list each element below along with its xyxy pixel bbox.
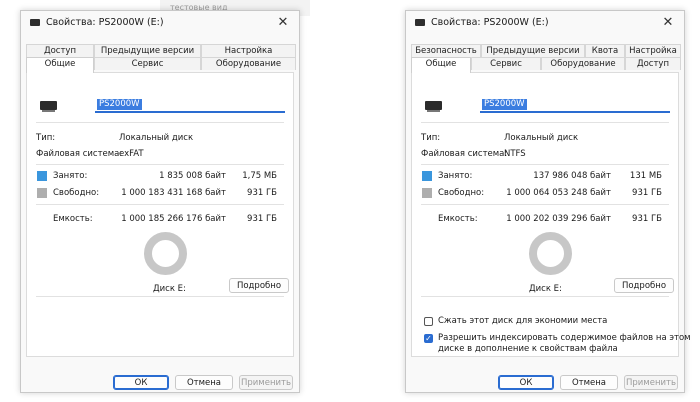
drive-icon bbox=[30, 19, 40, 26]
tab-customize[interactable]: Настройка bbox=[625, 44, 681, 57]
used-color-swatch bbox=[422, 171, 432, 181]
filesystem-value: NTFS bbox=[504, 149, 526, 159]
index-label-line-1: Разрешить индексировать содержимое файло… bbox=[438, 333, 691, 343]
title-bar: Свойства: PS2000W (E:) ✕ bbox=[406, 11, 684, 37]
divider bbox=[421, 164, 669, 165]
capacity-bytes: 1 000 202 039 296 байт bbox=[506, 214, 611, 224]
capacity-size: 931 ГБ bbox=[247, 214, 277, 224]
tab-strip: Безопасность Предыдущие версии Квота Нас… bbox=[411, 44, 681, 73]
compress-checkbox[interactable] bbox=[424, 317, 433, 326]
capacity-label: Емкость: bbox=[53, 214, 93, 224]
ok-button[interactable]: ОК bbox=[498, 375, 554, 390]
tab-tools[interactable]: Сервис bbox=[471, 57, 541, 70]
drive-name-value: PS2000W bbox=[482, 99, 527, 110]
close-icon[interactable]: ✕ bbox=[273, 13, 293, 33]
used-label: Занято: bbox=[438, 171, 473, 181]
type-label: Тип: bbox=[36, 133, 56, 143]
tab-access[interactable]: Доступ bbox=[26, 44, 94, 57]
drive-icon bbox=[425, 101, 442, 112]
properties-dialog-ntfs: Свойства: PS2000W (E:) ✕ Безопасность Пр… bbox=[405, 10, 691, 393]
tab-general[interactable]: Общие bbox=[411, 57, 471, 73]
tab-hardware[interactable]: Оборудование bbox=[541, 57, 625, 70]
filesystem-label: Файловая система: bbox=[36, 149, 123, 159]
filesystem-label: Файловая система: bbox=[421, 149, 508, 159]
properties-dialog-exfat: Свойства: PS2000W (E:) ✕ Доступ Предыдущ… bbox=[20, 10, 300, 393]
divider bbox=[36, 296, 284, 297]
free-color-swatch bbox=[422, 188, 432, 198]
details-button[interactable]: Подробно bbox=[229, 278, 289, 293]
drive-icon bbox=[415, 19, 425, 26]
divider bbox=[421, 296, 669, 297]
tab-strip: Доступ Предыдущие версии Настройка Общие… bbox=[26, 44, 296, 73]
disk-label: Диск E: bbox=[153, 284, 186, 294]
used-label: Занято: bbox=[53, 171, 88, 181]
tab-previous-versions[interactable]: Предыдущие версии bbox=[94, 44, 201, 57]
type-value: Локальный диск bbox=[119, 133, 194, 143]
divider bbox=[36, 204, 284, 205]
drive-name-input[interactable]: PS2000W bbox=[480, 97, 670, 113]
tab-hardware[interactable]: Оборудование bbox=[201, 57, 296, 70]
divider bbox=[36, 122, 284, 123]
drive-icon bbox=[40, 101, 57, 112]
used-bytes: 1 835 008 байт bbox=[159, 171, 226, 181]
apply-button[interactable]: Применить bbox=[239, 375, 293, 390]
cancel-button[interactable]: Отмена bbox=[175, 375, 233, 390]
apply-button[interactable]: Применить bbox=[624, 375, 678, 390]
compress-label: Сжать этот диск для экономии места bbox=[438, 316, 608, 326]
disk-label: Диск E: bbox=[529, 284, 562, 294]
disk-usage-donut bbox=[144, 232, 187, 275]
tab-security[interactable]: Безопасность bbox=[411, 44, 481, 57]
divider bbox=[421, 122, 669, 123]
cancel-button[interactable]: Отмена bbox=[560, 375, 618, 390]
index-checkbox[interactable]: ✓ bbox=[424, 334, 433, 343]
free-bytes: 1 000 064 053 248 байт bbox=[506, 188, 611, 198]
capacity-label: Емкость: bbox=[438, 214, 478, 224]
title-bar: Свойства: PS2000W (E:) ✕ bbox=[21, 11, 299, 37]
used-color-swatch bbox=[37, 171, 47, 181]
type-label: Тип: bbox=[421, 133, 441, 143]
type-value: Локальный диск bbox=[504, 133, 579, 143]
capacity-size: 931 ГБ bbox=[632, 214, 662, 224]
ok-button[interactable]: ОК bbox=[113, 375, 169, 390]
disk-usage-donut bbox=[529, 232, 572, 275]
close-icon[interactable]: ✕ bbox=[658, 13, 678, 33]
used-bytes: 137 986 048 байт bbox=[533, 171, 611, 181]
details-button[interactable]: Подробно bbox=[614, 278, 674, 293]
free-size: 931 ГБ bbox=[247, 188, 277, 198]
drive-name-value: PS2000W bbox=[97, 99, 142, 110]
free-bytes: 1 000 183 431 168 байт bbox=[121, 188, 226, 198]
divider bbox=[421, 204, 669, 205]
capacity-bytes: 1 000 185 266 176 байт bbox=[121, 214, 226, 224]
tab-tools[interactable]: Сервис bbox=[94, 57, 201, 70]
tab-general[interactable]: Общие bbox=[26, 57, 94, 73]
filesystem-value: exFAT bbox=[119, 149, 144, 159]
free-label: Свободно: bbox=[53, 188, 100, 198]
tab-customize[interactable]: Настройка bbox=[201, 44, 296, 57]
general-panel: PS2000W Тип: Локальный диск Файловая сис… bbox=[26, 72, 294, 357]
window-title: Свойства: PS2000W (E:) bbox=[46, 17, 164, 28]
tab-quota[interactable]: Квота bbox=[585, 44, 625, 57]
tab-access[interactable]: Доступ bbox=[625, 57, 681, 70]
free-label: Свободно: bbox=[438, 188, 485, 198]
used-size: 131 МБ bbox=[629, 171, 662, 181]
drive-name-input[interactable]: PS2000W bbox=[95, 97, 285, 113]
free-color-swatch bbox=[37, 188, 47, 198]
window-title: Свойства: PS2000W (E:) bbox=[431, 17, 549, 28]
tab-previous-versions[interactable]: Предыдущие версии bbox=[481, 44, 585, 57]
divider bbox=[36, 164, 284, 165]
free-size: 931 ГБ bbox=[632, 188, 662, 198]
general-panel: PS2000W Тип: Локальный диск Файловая сис… bbox=[411, 72, 691, 357]
index-label-line-2: диске в дополнение к свойствам файла bbox=[438, 344, 618, 354]
used-size: 1,75 МБ bbox=[242, 171, 277, 181]
